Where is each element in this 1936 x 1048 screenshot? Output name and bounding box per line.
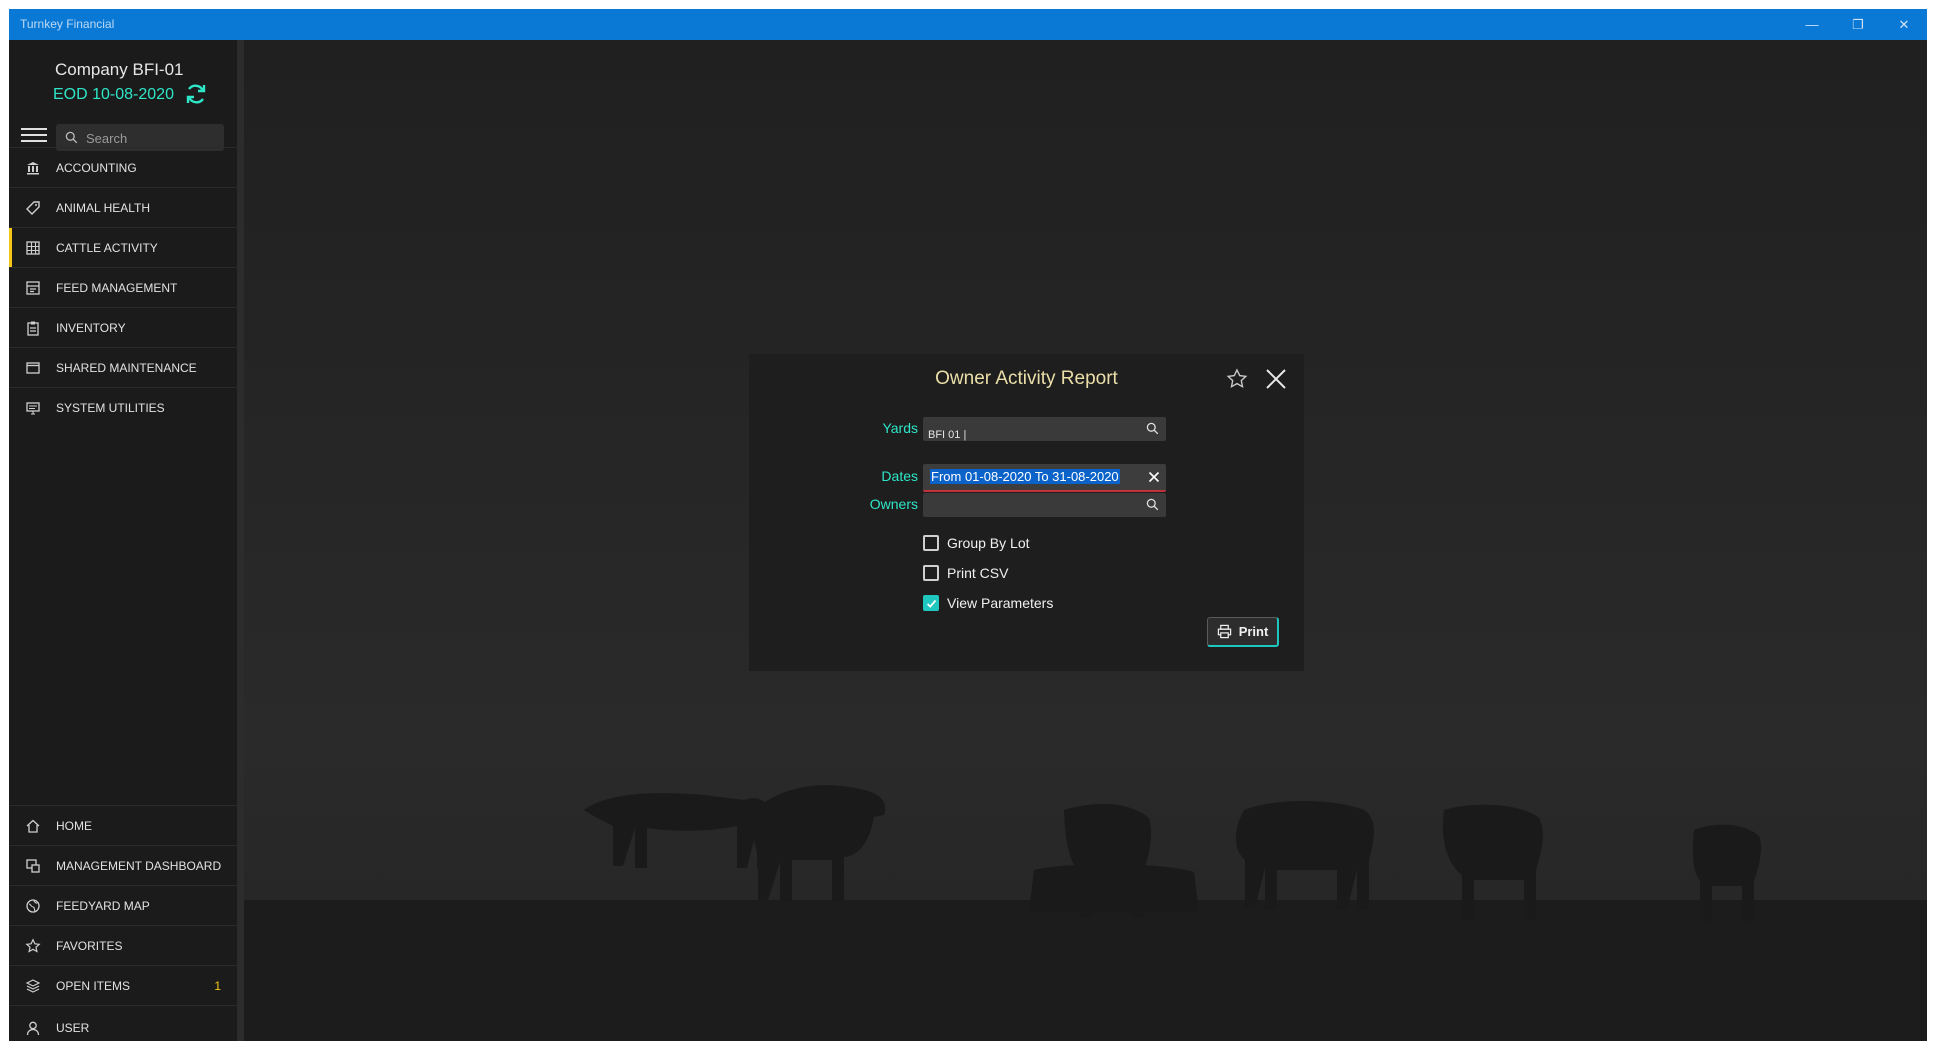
monitor-icon [26, 401, 40, 415]
dates-value: From 01-08-2020 To 31-08-2020 [930, 469, 1120, 484]
print-label: Print [1238, 624, 1269, 639]
app-title: Turnkey Financial [20, 17, 115, 31]
nav-label: ANIMAL HEALTH [56, 200, 151, 215]
nav-label: MANAGEMENT DASHBOARD [56, 858, 222, 873]
user-icon [26, 1021, 40, 1035]
print-csv-option[interactable]: Print CSV [923, 564, 1008, 582]
nav-label: USER [56, 1020, 90, 1035]
checkbox-label: View Parameters [947, 595, 1054, 611]
nav-shared-maintenance[interactable]: SHARED MAINTENANCE [9, 347, 237, 387]
clear-icon[interactable] [1146, 469, 1162, 485]
nav-management-dashboard[interactable]: MANAGEMENT DASHBOARD [9, 845, 237, 885]
star-icon [25, 937, 41, 953]
refresh-icon[interactable] [184, 82, 208, 106]
main-content: Owner Activity Report Yards BFI 01 | Dat… [244, 40, 1927, 1041]
close-window-button[interactable]: ✕ [1881, 9, 1927, 40]
checkmark-icon [927, 599, 937, 608]
nav-label: FAVORITES [56, 938, 123, 953]
bottom-nav: HOME MANAGEMENT DASHBOARD FEEDYARD MAP F… [9, 805, 237, 1041]
owner-activity-report-dialog: Owner Activity Report Yards BFI 01 | Dat… [749, 354, 1304, 671]
nav-label: HOME [56, 818, 92, 833]
globe-icon [26, 898, 40, 913]
nav-label: FEED MANAGEMENT [56, 280, 178, 295]
nav-label: FEEDYARD MAP [56, 898, 150, 913]
app-window: Turnkey Financial — ❐ ✕ Company BFI-01 E… [9, 9, 1927, 1041]
view-parameters-checkbox[interactable] [923, 595, 939, 611]
nav-feedyard-map[interactable]: FEEDYARD MAP [9, 885, 237, 925]
nav-label: CATTLE ACTIVITY [56, 240, 158, 255]
hamburger-menu-icon[interactable] [21, 128, 47, 144]
yards-label: Yards [882, 420, 918, 436]
checkbox-label: Print CSV [947, 565, 1009, 581]
window-icon [26, 361, 40, 374]
owners-field[interactable] [923, 493, 1166, 517]
nav-feed-management[interactable]: FEED MANAGEMENT [9, 267, 237, 307]
print-csv-checkbox[interactable] [923, 565, 939, 581]
owners-label: Owners [869, 496, 918, 512]
view-parameters-option[interactable]: View Parameters [923, 594, 1053, 612]
company-name: Company BFI-01 [55, 60, 184, 79]
grid-icon [26, 240, 40, 255]
bank-icon [27, 161, 39, 174]
nav-animal-health[interactable]: ANIMAL HEALTH [9, 187, 237, 227]
checkbox-label: Group By Lot [947, 535, 1030, 551]
group-by-lot-checkbox[interactable] [923, 535, 939, 551]
nav-label: ACCOUNTING [56, 160, 137, 175]
nav-inventory[interactable]: INVENTORY [9, 307, 237, 347]
search-icon[interactable] [1146, 422, 1159, 435]
nav-user[interactable]: USER [9, 1005, 237, 1041]
group-by-lot-option[interactable]: Group By Lot [923, 534, 1030, 552]
clipboard-icon [27, 321, 39, 336]
print-button[interactable]: Print [1207, 617, 1279, 647]
open-items-badge: 1 [214, 978, 221, 993]
minimize-button[interactable]: — [1789, 9, 1835, 40]
nav-label: INVENTORY [56, 320, 126, 335]
sidebar: Company BFI-01 EOD 10-08-2020 Search ACC… [9, 40, 244, 1041]
dialog-title: Owner Activity Report [935, 368, 1118, 389]
nav-label: SHARED MAINTENANCE [56, 360, 197, 375]
restore-button[interactable]: ❐ [1835, 9, 1881, 40]
selected-yard-value: BFI 01 | [928, 429, 967, 441]
search-icon[interactable] [1146, 498, 1159, 511]
close-icon[interactable] [1264, 367, 1288, 391]
nav-label: OPEN ITEMS [56, 978, 131, 993]
nav-label: SYSTEM UTILITIES [56, 400, 165, 415]
dates-field[interactable]: From 01-08-2020 To 31-08-2020 [923, 464, 1166, 492]
nav-system-utilities[interactable]: SYSTEM UTILITIES [9, 387, 237, 427]
nav-accounting[interactable]: ACCOUNTING [9, 147, 237, 187]
home-icon [26, 819, 40, 833]
nav-cattle-activity[interactable]: CATTLE ACTIVITY [9, 227, 237, 267]
tag-icon [26, 200, 40, 215]
nav-favorites[interactable]: FAVORITES [9, 925, 237, 965]
favorite-star-icon[interactable] [1226, 368, 1248, 390]
printer-icon [1217, 624, 1231, 639]
module-nav: ACCOUNTING ANIMAL HEALTH CATTLE ACTIVITY [9, 147, 237, 427]
feed-icon [26, 280, 40, 295]
nav-home[interactable]: HOME [9, 805, 237, 845]
dates-label: Dates [881, 468, 918, 484]
search-icon [65, 131, 78, 144]
dashboard-icon [26, 858, 40, 873]
eod-date: EOD 10-08-2020 [53, 86, 174, 103]
title-bar: Turnkey Financial — ❐ ✕ [9, 9, 1927, 40]
nav-open-items[interactable]: OPEN ITEMS 1 [9, 965, 237, 1005]
layers-icon [25, 978, 41, 993]
